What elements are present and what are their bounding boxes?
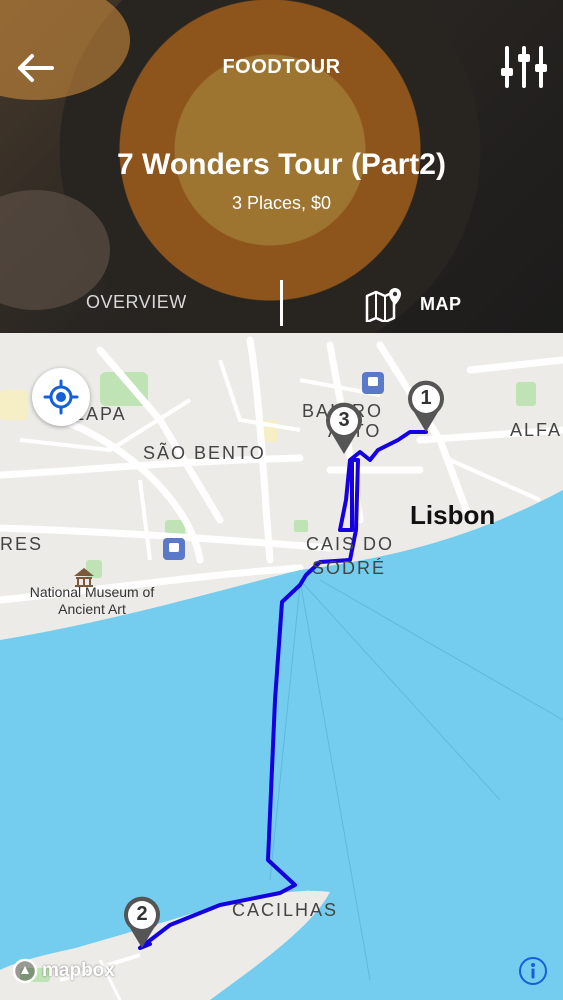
marker-number: 2 — [136, 903, 148, 925]
crosshair-icon — [43, 379, 79, 415]
map-label-museum: National Museum of Ancient Art — [29, 584, 155, 617]
map-view[interactable]: LAPA SÃO BENTO BAIRRO ALTO ALFA RES CAIS… — [0, 333, 563, 1000]
tour-subtitle: 3 Places, $0 — [231, 193, 332, 213]
tab-map[interactable]: MAP — [364, 284, 462, 324]
tab-map-label: MAP — [420, 293, 462, 314]
map-label-alfama: ALFA — [510, 420, 563, 440]
map-label-cacilhas: CACILHAS — [232, 900, 339, 920]
app-title: FOODTOUR — [222, 56, 341, 78]
info-icon[interactable] — [518, 956, 548, 986]
mapbox-logo[interactable]: mapbox — [12, 958, 115, 984]
locate-me-button[interactable] — [32, 368, 90, 426]
map-label-cais-do: CAIS DO — [306, 534, 395, 554]
filter-sliders-icon[interactable] — [499, 44, 549, 90]
tour-header: FOODTOUR 7 Wonders Tour (Part2) 3 Places… — [0, 0, 563, 333]
map-marker-3[interactable]: 3 — [322, 400, 366, 456]
map-label-sodre: SODRÉ — [312, 558, 387, 578]
marker-number: 3 — [338, 409, 350, 431]
map-marker-1[interactable]: 1 — [404, 378, 448, 434]
map-marker-2[interactable]: 2 — [120, 894, 164, 950]
map-label-lisbon: Lisbon — [410, 500, 496, 530]
marker-number: 1 — [420, 387, 432, 409]
tour-title: 7 Wonders Tour (Part2) — [117, 148, 446, 181]
map-icon — [365, 288, 401, 322]
map-label-res: RES — [0, 534, 44, 554]
tab-divider — [280, 280, 283, 326]
mapbox-label: mapbox — [42, 960, 115, 981]
map-label-sao-bento: SÃO BENTO — [143, 443, 266, 463]
tab-overview[interactable]: OVERVIEW — [86, 292, 187, 313]
mapbox-logo-icon — [12, 958, 38, 984]
